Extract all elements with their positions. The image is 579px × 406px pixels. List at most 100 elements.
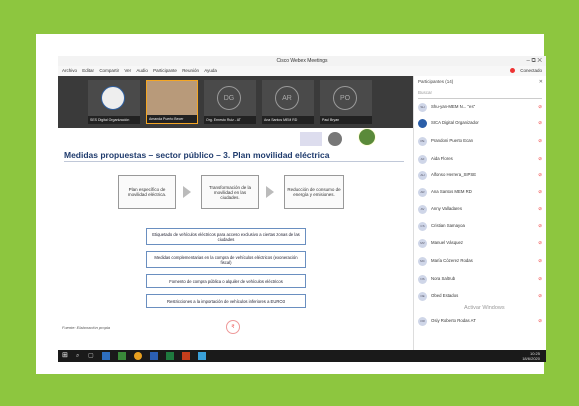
participant-row[interactable]: MC María Cózerez Rodas ⊘ bbox=[418, 256, 546, 268]
video-tile[interactable]: AR Ana Santos MEM RD bbox=[262, 80, 314, 124]
participant-name: SICA Digital Organizador bbox=[431, 120, 479, 125]
mic-muted-icon[interactable]: ⊘ bbox=[538, 156, 542, 162]
mic-muted-icon[interactable]: ⊘ bbox=[538, 138, 542, 144]
participant-row[interactable]: CS Cristian Samayoa ⊘ bbox=[418, 221, 546, 233]
webex-icon[interactable] bbox=[198, 352, 206, 360]
mic-muted-icon[interactable]: ⊘ bbox=[538, 258, 542, 264]
menu-editar[interactable]: Editar bbox=[82, 68, 94, 73]
avatar: NS bbox=[418, 275, 427, 284]
mic-muted-icon[interactable]: ⊘ bbox=[538, 293, 542, 299]
clock-date: 18/6/2020 bbox=[522, 356, 540, 361]
tile-label: SES Digital Organización bbox=[88, 116, 140, 124]
window-title: Cisco Webex Meetings bbox=[276, 58, 328, 64]
flow-step-2: Transformación de la movilidad en las ci… bbox=[201, 175, 259, 209]
start-icon[interactable]: ⊞ bbox=[62, 352, 70, 360]
task-view-icon[interactable]: ▢ bbox=[88, 352, 96, 360]
connected-label: Conectado bbox=[520, 68, 542, 73]
tile-label: Amanda Puerto Becer bbox=[147, 115, 197, 123]
excel-icon[interactable] bbox=[166, 352, 174, 360]
avatar: OR bbox=[418, 317, 427, 326]
mic-muted-icon[interactable]: ⊘ bbox=[538, 206, 542, 212]
participant-row[interactable]: PE Prandoni Puerto Ecan ⊘ bbox=[418, 136, 546, 148]
participant-row[interactable]: MV Manuel Vásquez ⊘ bbox=[418, 238, 546, 250]
avatar: AR bbox=[275, 86, 299, 110]
participant-row[interactable]: SICA Digital Organizador ⊘ bbox=[418, 118, 546, 130]
participant-row[interactable]: AR Ana Santos MEM RD ⊘ bbox=[418, 187, 546, 199]
avatar: PO bbox=[333, 86, 357, 110]
participant-row[interactable]: NS Nora Saltrub ⊘ bbox=[418, 274, 546, 286]
mic-muted-icon[interactable]: ⊘ bbox=[538, 172, 542, 178]
presenter-avatar[interactable] bbox=[358, 128, 376, 146]
record-icon bbox=[509, 68, 515, 74]
powerpoint-icon[interactable] bbox=[182, 352, 190, 360]
participants-header[interactable]: Participantes (14) bbox=[418, 79, 453, 84]
avatar: MV bbox=[418, 239, 427, 248]
menu-reunion[interactable]: Reunión bbox=[182, 68, 199, 73]
participant-name: Obed Estados bbox=[431, 293, 459, 298]
divider bbox=[64, 161, 404, 162]
measure-box: Fomento de compra pública o alquiler de … bbox=[146, 274, 306, 288]
partner-logo bbox=[300, 132, 322, 146]
menu-ver[interactable]: Ver bbox=[124, 68, 131, 73]
mic-muted-icon[interactable]: ⊘ bbox=[538, 120, 542, 126]
participant-name: Cristian Samayoa bbox=[431, 223, 465, 228]
participant-row[interactable]: OE Obed Estados ⊘ bbox=[418, 291, 546, 303]
avatar: PE bbox=[418, 137, 427, 146]
partner-logo bbox=[328, 132, 342, 146]
measure-box: Medidas complementarias en la compra de … bbox=[146, 251, 306, 268]
title-bar: Cisco Webex Meetings – ⧉ ✕ bbox=[58, 56, 546, 66]
page-icon: ₹ bbox=[226, 320, 240, 334]
participant-row[interactable]: OR Osiy Roberto Rodas AT ⊘ bbox=[418, 316, 546, 328]
avatar: DG bbox=[217, 86, 241, 110]
window-controls[interactable]: – ⧉ ✕ bbox=[526, 56, 542, 66]
menu-audio[interactable]: Audio bbox=[136, 68, 148, 73]
windows-activation-watermark: Activar Windows bbox=[464, 305, 505, 311]
word-icon[interactable] bbox=[150, 352, 158, 360]
system-tray[interactable]: 10:25 18/6/2020 bbox=[522, 351, 540, 361]
avatar: OE bbox=[418, 292, 427, 301]
participant-name: Prandoni Puerto Ecan bbox=[431, 138, 474, 143]
participant-row[interactable]: AH Alfonso Herrera_SIPSE ⊘ bbox=[418, 170, 546, 182]
shared-slide: Medidas propuestas – sector público – 3.… bbox=[58, 128, 413, 350]
participant-name: María Cózerez Rodas bbox=[431, 258, 473, 263]
mic-muted-icon[interactable]: ⊘ bbox=[538, 104, 542, 110]
menu-ayuda[interactable]: Ayuda bbox=[204, 68, 217, 73]
search-input[interactable]: Buscar bbox=[418, 90, 542, 99]
app-icon-explorer[interactable] bbox=[102, 352, 110, 360]
mic-muted-icon[interactable]: ⊘ bbox=[538, 189, 542, 195]
participant-row[interactable]: SH Shu-yan-MEM N... "es" ⊘ bbox=[418, 102, 546, 114]
avatar: SH bbox=[418, 103, 427, 112]
menu-compartir[interactable]: Compartir bbox=[99, 68, 119, 73]
flow-step-3: Reducción de consumo de energía y emisio… bbox=[284, 175, 344, 209]
menu-archivo[interactable]: Archivo bbox=[62, 68, 77, 73]
avatar: AR bbox=[418, 188, 427, 197]
video-tile[interactable]: PO Paul Bryan bbox=[320, 80, 372, 124]
slide-source: Fuente: Elaboración propia bbox=[62, 325, 111, 330]
mic-muted-icon[interactable]: ⊘ bbox=[538, 318, 542, 324]
menu-bar: Archivo Editar Compartir Ver Audio Parti… bbox=[58, 66, 546, 76]
video-tile-active-speaker[interactable]: Amanda Puerto Becer bbox=[146, 80, 198, 124]
mic-muted-icon[interactable]: ⊘ bbox=[538, 223, 542, 229]
mic-muted-icon[interactable]: ⊘ bbox=[538, 276, 542, 282]
participant-row[interactable]: AF Aida Flores ⊘ bbox=[418, 154, 546, 166]
video-tile[interactable]: DG Org. Ernesto Ruiz - AT bbox=[204, 80, 256, 124]
participant-name: Nora Saltrub bbox=[431, 276, 456, 281]
avatar bbox=[101, 86, 125, 110]
chrome-icon[interactable] bbox=[134, 352, 142, 360]
avatar: AH bbox=[418, 171, 427, 180]
app-icon[interactable] bbox=[118, 352, 126, 360]
menu-participante[interactable]: Participante bbox=[153, 68, 177, 73]
avatar: MC bbox=[418, 257, 427, 266]
participant-name: Aida Flores bbox=[431, 156, 453, 161]
arrow-right-icon bbox=[266, 186, 274, 198]
connection-status[interactable]: Conectado bbox=[506, 66, 542, 76]
close-icon[interactable]: ✕ bbox=[539, 79, 543, 85]
participant-name: Manuel Vásquez bbox=[431, 240, 464, 245]
video-tile[interactable]: SES Digital Organización bbox=[88, 80, 140, 124]
tile-label: Org. Ernesto Ruiz - AT bbox=[204, 116, 256, 124]
slide-title: Medidas propuestas – sector público – 3.… bbox=[64, 150, 330, 160]
mic-muted-icon[interactable]: ⊘ bbox=[538, 240, 542, 246]
flow-step-1: Plan específico de movilidad eléctrica. bbox=[118, 175, 176, 209]
search-icon[interactable]: ⌕ bbox=[76, 352, 84, 360]
participant-row[interactable]: AV Anny Valladares ⊘ bbox=[418, 204, 546, 216]
